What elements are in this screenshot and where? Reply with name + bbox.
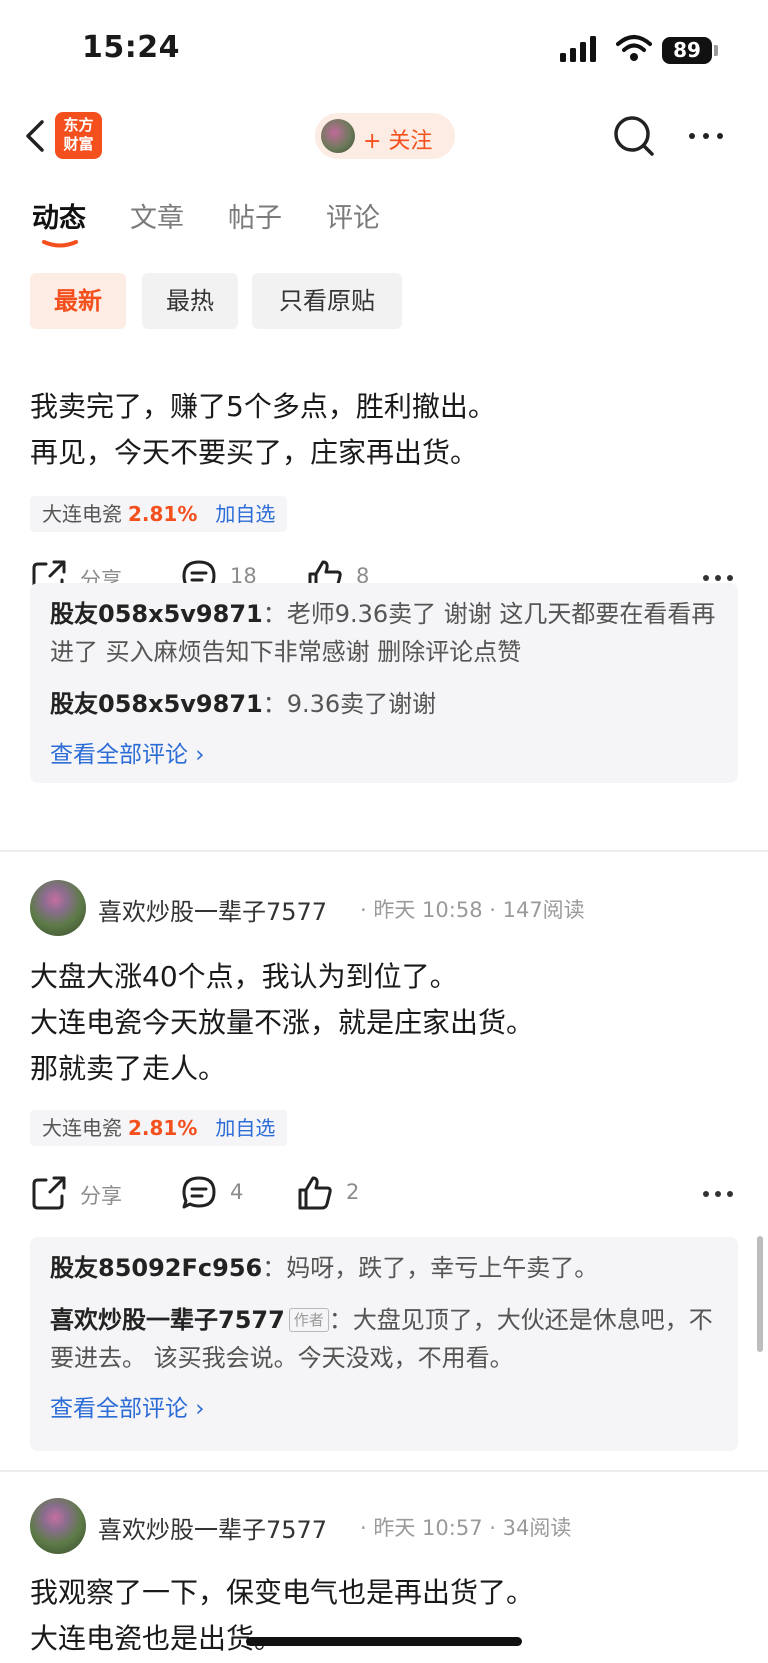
avatar[interactable] <box>30 880 86 936</box>
author-badge: 作者 <box>288 1308 329 1332</box>
tab-active-indicator <box>42 240 78 248</box>
comment-text: 妈呀，跌了，幸亏上午卖了。 <box>286 1254 599 1282</box>
author-row: 喜欢炒股一辈子7577 · 昨天 10:58 · 147阅读 <box>30 880 738 940</box>
logo-line-2: 财富 <box>63 135 94 153</box>
author-row: 喜欢炒股一辈子7577 · 昨天 10:57 · 34阅读 <box>30 1498 738 1558</box>
comment-item[interactable]: 喜欢炒股一辈子7577 作者 ：大盘见顶了，大伙还是休息吧，不要进去。 该买我会说。… <box>50 1301 718 1377</box>
tab-articles[interactable]: 文章 <box>130 196 184 235</box>
post-line: 我卖完了，赚了5个多点，胜利撤出。 <box>30 390 496 423</box>
search-icon[interactable] <box>612 114 656 158</box>
post-line: 再见，今天不要买了，庄家再出货。 <box>30 436 479 469</box>
top-nav: 东方 财富 + 关注 <box>0 100 768 172</box>
comment-user[interactable]: 股友85092Fc956 <box>50 1254 262 1282</box>
comment-count: 4 <box>230 1180 244 1204</box>
back-chevron-icon[interactable] <box>16 116 56 156</box>
more-icon[interactable] <box>684 114 728 158</box>
filter-latest[interactable]: 最新 <box>30 273 126 329</box>
battery-tip <box>714 45 718 56</box>
scrollbar[interactable] <box>757 1236 763 1352</box>
share-label: 分享 <box>80 1184 122 1208</box>
post-content: 大盘大涨40个点，我认为到位了。 大连电瓷今天放量不涨，就是庄家出货。 那就卖了… <box>30 954 534 1092</box>
home-indicator[interactable] <box>246 1637 522 1646</box>
post-line: 我观察了一下，保变电气也是再出货了。 <box>30 1576 535 1609</box>
status-time: 15:24 <box>82 30 180 65</box>
comment-sep: ： <box>262 690 287 718</box>
filter-hot[interactable]: 最热 <box>142 273 238 329</box>
comment-sep: ： <box>328 1306 353 1334</box>
follow-label: + 关注 <box>363 129 433 154</box>
post-line: 那就卖了走人。 <box>30 1052 227 1085</box>
tab-dynamic[interactable]: 动态 <box>32 196 86 235</box>
tab-comments[interactable]: 评论 <box>326 196 380 235</box>
post-time: · 昨天 10:57 · 34阅读 <box>360 1516 572 1540</box>
like-count: 2 <box>346 1180 360 1204</box>
comment-sep: ： <box>262 1254 287 1282</box>
share-button[interactable]: 分享 <box>30 1170 140 1218</box>
post-content: 我观察了一下，保变电气也是再出货了。 大连电瓷也是出货。 <box>30 1570 534 1662</box>
add-watchlist-button[interactable]: 加自选 <box>215 502 275 526</box>
comment-item[interactable]: 股友85092Fc956：妈呀，跌了，幸亏上午卖了。 <box>50 1249 718 1287</box>
view-all-label: 查看全部评论 <box>50 742 188 768</box>
read-count: 147阅读 <box>502 898 585 922</box>
comment-user[interactable]: 喜欢炒股一辈子7577 <box>50 1306 285 1334</box>
thumbs-up-icon <box>298 1176 332 1210</box>
post-actions: 分享 4 2 <box>30 1170 738 1218</box>
add-watchlist-button[interactable]: 加自选 <box>215 1116 275 1140</box>
like-button[interactable]: 2 <box>296 1170 376 1218</box>
comment-button[interactable]: 4 <box>180 1170 260 1218</box>
view-all-comments-link[interactable]: 查看全部评论 › <box>50 1391 718 1427</box>
follow-button[interactable]: + 关注 <box>315 113 455 159</box>
share-icon <box>32 1176 66 1210</box>
divider <box>0 850 768 852</box>
comment-user[interactable]: 股友058x5v9871 <box>50 600 263 628</box>
tab-posts[interactable]: 帖子 <box>228 196 282 235</box>
stock-name: 大连电瓷 <box>42 1116 122 1140</box>
comment-sep: ： <box>262 600 287 628</box>
author-name[interactable]: 喜欢炒股一辈子7577 <box>98 1510 327 1545</box>
comment-user[interactable]: 股友058x5v9871 <box>50 690 263 718</box>
view-all-label: 查看全部评论 <box>50 1396 188 1422</box>
post-more-icon[interactable] <box>698 1170 738 1218</box>
wifi-icon <box>616 35 652 61</box>
post-time-text: 昨天 10:57 <box>373 1516 483 1540</box>
comment-text: 9.36卖了谢谢 <box>286 690 437 718</box>
stock-tag[interactable]: 大连电瓷 2.81% 加自选 <box>30 1110 288 1146</box>
comment-item[interactable]: 股友058x5v9871：老师9.36卖了 谢谢 这几天都要在看看再进了 买入麻… <box>50 595 718 671</box>
comment-preview: 股友058x5v9871：老师9.36卖了 谢谢 这几天都要在看看再进了 买入麻… <box>30 583 738 783</box>
author-name[interactable]: 喜欢炒股一辈子7577 <box>98 892 327 927</box>
divider <box>0 1470 768 1472</box>
comment-icon <box>182 1176 216 1209</box>
stock-change: 2.81% <box>128 1116 198 1140</box>
view-all-comments-link[interactable]: 查看全部评论 › <box>50 737 718 773</box>
stock-tag[interactable]: 大连电瓷 2.81% 加自选 <box>30 496 288 532</box>
stock-change: 2.81% <box>128 502 198 526</box>
comment-preview: 股友85092Fc956：妈呀，跌了，幸亏上午卖了。 喜欢炒股一辈子7577 作者… <box>30 1237 738 1451</box>
comment-item[interactable]: 股友058x5v9871：9.36卖了谢谢 <box>50 685 718 723</box>
cellular-signal-icon <box>560 36 596 62</box>
status-bar: 15:24 89 <box>0 0 768 100</box>
post-time-text: 昨天 10:58 <box>373 898 483 922</box>
post-line: 大盘大涨40个点，我认为到位了。 <box>30 960 458 993</box>
battery-icon: 89 <box>662 37 712 64</box>
post-content: 我卖完了，赚了5个多点，胜利撤出。 再见，今天不要买了，庄家再出货。 <box>30 384 496 476</box>
eastmoney-logo: 东方 财富 <box>55 112 102 159</box>
post-line: 大连电瓷今天放量不涨，就是庄家出货。 <box>30 1006 535 1039</box>
logo-line-1: 东方 <box>63 116 94 134</box>
filter-original-only[interactable]: 只看原贴 <box>252 273 402 329</box>
post-time: · 昨天 10:58 · 147阅读 <box>360 898 585 922</box>
stock-name: 大连电瓷 <box>42 502 122 526</box>
avatar[interactable] <box>30 1498 86 1554</box>
read-count: 34阅读 <box>502 1516 572 1540</box>
avatar <box>321 119 355 153</box>
